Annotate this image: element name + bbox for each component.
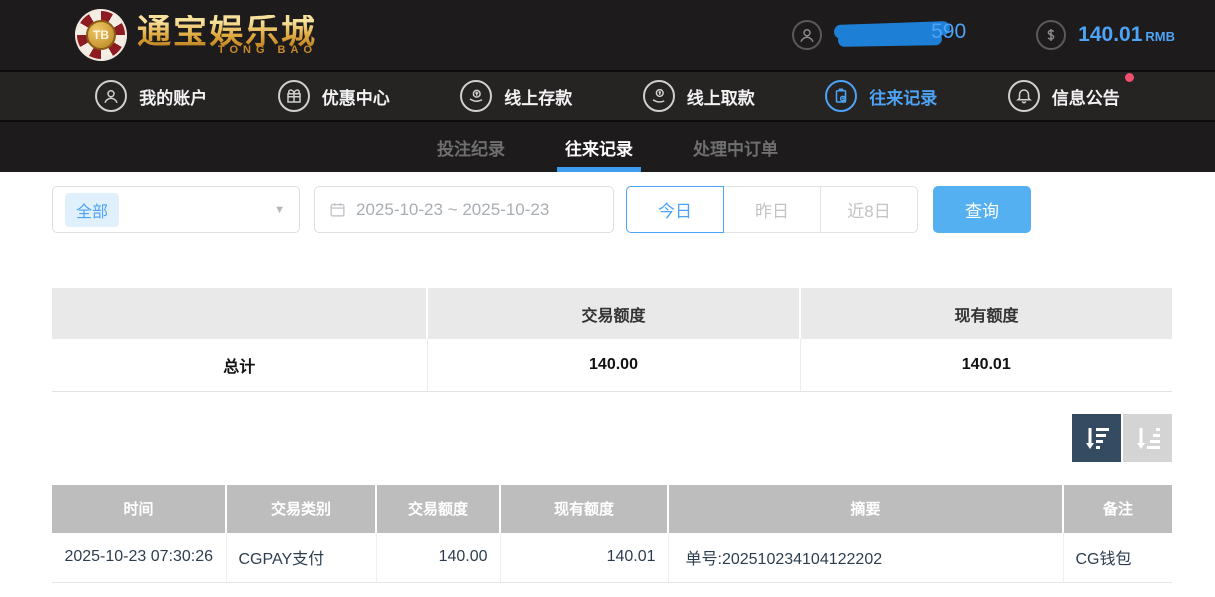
summary-header-transaction-amount: 交易额度 <box>427 288 800 339</box>
date-range-value: 2025-10-23 ~ 2025-10-23 <box>356 200 549 220</box>
col-transaction-amount: 交易额度 <box>376 485 500 533</box>
records-icon <box>825 80 857 112</box>
col-transaction-type: 交易类别 <box>226 485 376 533</box>
brand-logo[interactable]: TB 通宝娱乐城 TONG BAO <box>75 9 317 61</box>
summary-header-empty <box>52 288 427 339</box>
records-table: 时间 交易类别 交易额度 现有额度 摘要 备注 2025-10-23 07:30… <box>52 485 1172 584</box>
tab-pending-orders[interactable]: 处理中订单 <box>685 122 786 172</box>
nav-item-withdraw[interactable]: 线上取款 <box>643 80 755 112</box>
tab-betting-records[interactable]: 投注纪录 <box>429 122 513 172</box>
record-row: 2025-10-23 07:30:26 CGPAY支付 140.00 140.0… <box>52 533 1172 583</box>
summary-total-balance: 140.01 <box>800 339 1172 391</box>
nav-item-promotions[interactable]: 优惠中心 <box>278 80 390 112</box>
nav-item-deposit[interactable]: 线上存款 <box>460 80 572 112</box>
masked-username: 590 <box>834 18 966 52</box>
calendar-icon <box>329 201 346 218</box>
sort-ascending-button[interactable] <box>1123 414 1172 462</box>
today-button[interactable]: 今日 <box>626 186 724 233</box>
nav-item-transaction-records[interactable]: 往来记录 <box>825 80 937 112</box>
tab-transaction-records[interactable]: 往来记录 <box>557 122 641 172</box>
col-current-balance: 现有额度 <box>500 485 668 533</box>
records-header-row: 时间 交易类别 交易额度 现有额度 摘要 备注 <box>52 485 1172 533</box>
sort-controls <box>52 414 1172 462</box>
record-type: CGPAY支付 <box>226 533 376 583</box>
withdraw-icon <box>643 80 675 112</box>
nav-item-announcements[interactable]: 信息公告 <box>1008 80 1120 112</box>
notification-dot <box>1125 73 1134 82</box>
filter-bar: 全部 ▼ 2025-10-23 ~ 2025-10-23 今日 昨日 近8日 查… <box>52 186 1215 233</box>
yesterday-button[interactable]: 昨日 <box>723 186 821 233</box>
deposit-icon <box>460 80 492 112</box>
col-remark: 备注 <box>1063 485 1172 533</box>
date-range-input[interactable]: 2025-10-23 ~ 2025-10-23 <box>314 186 614 233</box>
selected-type-tag: 全部 <box>65 193 119 227</box>
currency-label: RMB <box>1145 29 1175 44</box>
quick-date-buttons: 今日 昨日 近8日 <box>626 186 918 233</box>
summary-total-row: 总计 140.00 140.01 <box>52 339 1172 391</box>
balance-amount: 140.01RMB <box>1078 23 1175 47</box>
sub-nav: 投注纪录 往来记录 处理中订单 <box>0 122 1215 172</box>
bell-icon <box>1008 80 1040 112</box>
sort-descending-button[interactable] <box>1072 414 1121 462</box>
summary-total-transaction: 140.00 <box>427 339 800 391</box>
sort-descending-icon <box>1083 425 1111 451</box>
nav-item-my-account[interactable]: 我的账户 <box>95 80 207 112</box>
poker-chip-icon: TB <box>75 9 127 61</box>
summary-table: 交易额度 现有额度 总计 140.00 140.01 <box>52 288 1172 392</box>
sort-ascending-icon <box>1134 425 1162 451</box>
chevron-down-icon: ▼ <box>274 204 285 216</box>
user-icon <box>792 20 822 50</box>
balance-display[interactable]: 140.01RMB <box>1036 20 1175 50</box>
type-select[interactable]: 全部 ▼ <box>52 186 300 233</box>
record-summary: 单号:202510234104122202 <box>668 533 1063 583</box>
account-username[interactable]: 590 <box>792 18 966 52</box>
col-time: 时间 <box>52 485 226 533</box>
gift-icon <box>278 80 310 112</box>
main-nav: 我的账户 优惠中心 线上存款 线上取款 往来记录 <box>0 70 1215 122</box>
top-header: TB 通宝娱乐城 TONG BAO 590 <box>0 0 1215 70</box>
chip-monogram: TB <box>86 20 116 50</box>
summary-header-row: 交易额度 现有额度 <box>52 288 1172 339</box>
summary-header-current-balance: 现有额度 <box>800 288 1172 339</box>
search-button[interactable]: 查询 <box>933 186 1031 233</box>
account-icon <box>95 80 127 112</box>
col-summary: 摘要 <box>668 485 1063 533</box>
record-amount: 140.00 <box>376 533 500 583</box>
summary-total-label: 总计 <box>52 339 427 391</box>
record-time: 2025-10-23 07:30:26 <box>52 533 226 583</box>
brand-subtitle: TONG BAO <box>218 45 317 56</box>
record-balance: 140.01 <box>500 533 668 583</box>
record-remark: CG钱包 <box>1063 533 1172 583</box>
last-8-days-button[interactable]: 近8日 <box>820 186 918 233</box>
dollar-coin-icon <box>1036 20 1066 50</box>
redaction-scribble <box>838 32 942 47</box>
